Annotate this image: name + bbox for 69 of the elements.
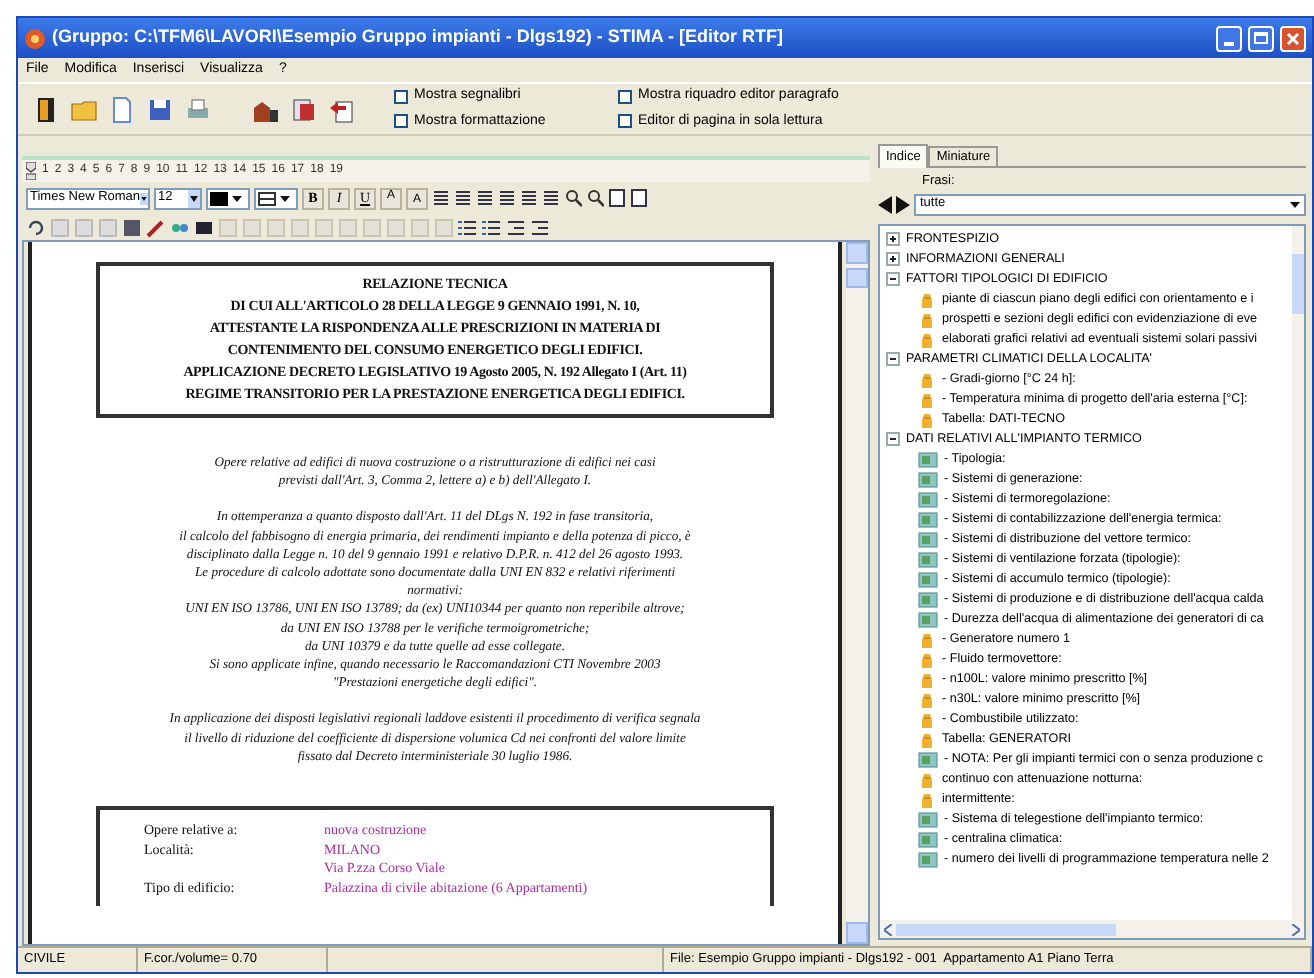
zoom-in-icon[interactable]	[564, 188, 582, 208]
horizontal-scroll-thumb[interactable]	[896, 923, 1116, 935]
back-arrow-icon[interactable]	[878, 195, 892, 214]
hand-icon	[918, 771, 936, 788]
highlight-dropdown[interactable]	[254, 187, 298, 209]
exit-door-icon	[32, 95, 60, 123]
expander-icon[interactable]	[886, 232, 900, 247]
expander-icon[interactable]	[886, 352, 900, 367]
align-left-icon[interactable]	[432, 188, 450, 208]
field-icon	[918, 591, 938, 608]
checkbox[interactable]	[394, 89, 408, 104]
justify-icon[interactable]	[498, 188, 516, 208]
zoom-out-icon[interactable]	[586, 188, 604, 208]
decrease-indent-icon[interactable]	[506, 217, 526, 237]
print-icon	[184, 95, 212, 123]
app-icon	[24, 27, 46, 49]
hand-icon	[918, 371, 936, 388]
close-button[interactable]	[1280, 25, 1306, 51]
tree-vertical-scrollbar[interactable]	[1292, 225, 1304, 920]
color-swatch-icon	[210, 191, 228, 205]
checkbox[interactable]	[618, 114, 632, 129]
field-icon	[918, 531, 938, 548]
close-icon	[1286, 31, 1300, 45]
forward-arrow-icon[interactable]	[896, 195, 910, 214]
text-color-dropdown[interactable]	[206, 187, 250, 209]
field-icon	[918, 471, 938, 488]
document-stack-icon	[290, 95, 318, 123]
field-icon	[918, 551, 938, 568]
window-title: (Gruppo: C:\TFM6\LAVORI\Esempio Gruppo impianti - Dlgs192) - STIMA - [Editor RTF]	[52, 24, 783, 51]
pen-icon[interactable]	[146, 217, 166, 237]
expander-icon[interactable]	[886, 252, 900, 267]
expander-icon[interactable]	[886, 432, 900, 447]
hand-icon	[918, 631, 936, 648]
field-icon	[918, 611, 938, 628]
numbered-list-icon[interactable]	[458, 217, 478, 237]
scroll-left-icon[interactable]	[884, 923, 892, 935]
expander-icon[interactable]	[886, 272, 900, 287]
tree-scroll-thumb[interactable]	[1292, 253, 1304, 314]
field-icon	[918, 751, 938, 768]
field-icon	[918, 451, 938, 468]
align-right-icon[interactable]	[476, 188, 494, 208]
vertical-scrollbar[interactable]	[846, 242, 868, 944]
field-icon	[918, 511, 938, 528]
field-icon	[918, 571, 938, 588]
arrow-document-icon	[328, 95, 356, 123]
image-icon[interactable]	[122, 217, 142, 237]
dropdown-arrow-icon	[188, 189, 200, 207]
new-document-icon	[108, 95, 136, 123]
save-icon	[146, 95, 174, 123]
scroll-thumb[interactable]	[846, 268, 868, 288]
hand-icon	[918, 291, 936, 308]
dropdown-arrow-icon	[1290, 201, 1300, 208]
field-icon	[918, 831, 938, 848]
undo-icon[interactable]	[26, 217, 46, 237]
increase-indent-icon[interactable]	[530, 217, 550, 237]
field-icon	[918, 491, 938, 508]
open-folder-icon	[70, 95, 98, 123]
checkbox[interactable]	[618, 89, 632, 104]
bullet-list-icon[interactable]	[482, 217, 502, 237]
frame-icon	[258, 191, 276, 205]
field-icon	[918, 851, 938, 868]
checkbox[interactable]	[394, 114, 408, 129]
indent-marker-icon[interactable]	[26, 162, 36, 180]
maximize-button[interactable]	[1248, 25, 1274, 51]
minimize-button[interactable]	[1216, 25, 1242, 51]
align-center-icon[interactable]	[454, 188, 472, 208]
horizontal-scrollbar[interactable]	[880, 920, 1304, 938]
scroll-right-icon[interactable]	[1292, 923, 1300, 935]
field-icon	[918, 811, 938, 828]
